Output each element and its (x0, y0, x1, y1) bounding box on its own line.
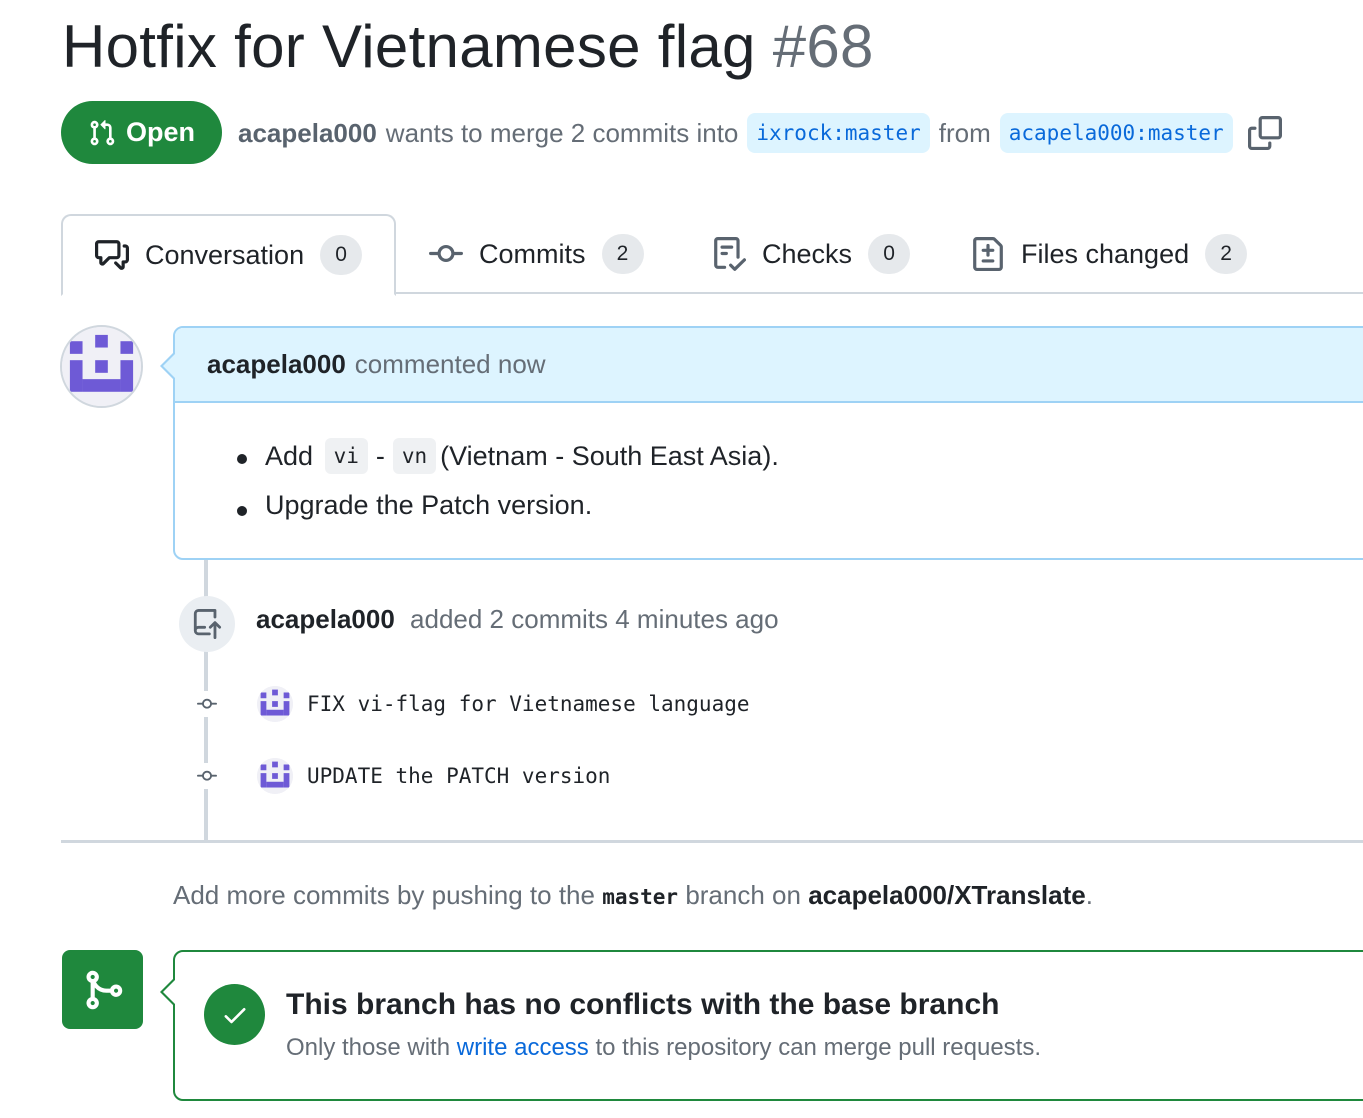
commit-row: UPDATE the PATCH version (190, 756, 610, 796)
tab-conversation[interactable]: Conversation 0 (61, 214, 396, 296)
git-merge-icon (86, 970, 122, 1009)
git-commit-icon (190, 691, 224, 717)
pr-merge-text: wants to merge 2 commits into (385, 117, 739, 148)
tab-count: 2 (601, 234, 644, 274)
comment-pointer-inner (163, 354, 175, 378)
pr-number: #68 (772, 13, 874, 80)
hint-text: Add more commits by pushing to the (173, 880, 595, 910)
timeline-divider (61, 840, 1363, 843)
tab-count: 0 (320, 235, 363, 275)
merge-status-icon-box (62, 950, 143, 1029)
hint-text: . (1085, 880, 1093, 910)
pr-title: Hotfix for Vietnamese flag #68 (62, 12, 874, 81)
avatar[interactable] (257, 758, 293, 794)
comment-list: Add vi - vn (Vietnam - South East Asia).… (235, 438, 1363, 521)
tab-label: Commits (479, 238, 586, 269)
push-event-text: acapela000 added 2 commits 4 minutes ago (256, 604, 779, 635)
merge-sub-text: to this repository can merge pull reques… (595, 1034, 1042, 1061)
tab-label: Files changed (1021, 238, 1190, 269)
copy-icon[interactable] (1247, 116, 1282, 150)
comment-box: acapela000 commented now Add vi - vn (Vi… (173, 326, 1363, 560)
avatar[interactable] (60, 325, 143, 408)
tab-checks[interactable]: Checks 0 (712, 214, 911, 294)
tab-count: 2 (1205, 234, 1248, 274)
push-hint: Add more commits by pushing to the maste… (173, 880, 1093, 911)
list-item: Upgrade the Patch version. (235, 490, 1363, 521)
comment-timestamp: commented now (354, 349, 546, 379)
pr-state-badge: Open (61, 101, 222, 164)
list-text: Add (265, 440, 314, 471)
inline-code: vi (324, 438, 368, 474)
push-author[interactable]: acapela000 (256, 604, 395, 634)
head-branch[interactable]: acapela000:master (999, 113, 1233, 153)
push-description: added 2 commits 4 minutes ago (410, 604, 779, 634)
git-commit-icon (190, 763, 224, 789)
tab-files-changed[interactable]: Files changed 2 (971, 214, 1248, 294)
write-access-link[interactable]: write access (457, 1034, 589, 1061)
checklist-icon (714, 237, 746, 271)
check-circle-icon (204, 984, 265, 1045)
comment-body: Add vi - vn (Vietnam - South East Asia).… (175, 403, 1363, 521)
pr-from-text: from (938, 117, 991, 148)
git-pull-request-icon (90, 119, 115, 145)
list-text: (Vietnam - South East Asia). (440, 440, 779, 471)
comment-discussion-icon (95, 240, 129, 270)
pr-meta: acapela000 wants to merge 2 commits into… (238, 110, 1282, 156)
tab-count: 0 (868, 234, 911, 274)
list-text: - (375, 440, 385, 471)
merge-pointer-inner (163, 980, 175, 1004)
tab-commits[interactable]: Commits 2 (429, 214, 644, 294)
pr-title-text: Hotfix for Vietnamese flag (62, 13, 756, 80)
pr-state-label: Open (125, 117, 195, 147)
commit-message-link[interactable]: UPDATE the PATCH version (307, 764, 610, 788)
merge-status-box (173, 950, 1363, 1101)
file-diff-icon (973, 237, 1003, 271)
merge-status-title: This branch has no conflicts with the ba… (286, 988, 1000, 1021)
commit-row: FIX vi-flag for Vietnamese language (190, 684, 750, 724)
inline-code: vn (392, 438, 437, 474)
hint-branch: master (602, 885, 679, 909)
repo-push-icon (193, 609, 222, 639)
git-commit-icon (429, 244, 463, 262)
base-branch[interactable]: ixrock:master (747, 113, 930, 153)
merge-status-subtitle: Only those with write access to this rep… (286, 1034, 1041, 1062)
push-event-badge (179, 596, 235, 652)
comment-author[interactable]: acapela000 (207, 349, 346, 380)
pr-author-link[interactable]: acapela000 (238, 118, 377, 149)
merge-sub-text: Only those with (286, 1034, 451, 1061)
pr-tabs: Conversation 0 Commits 2 Checks 0 Files … (61, 214, 1363, 296)
commit-message-link[interactable]: FIX vi-flag for Vietnamese language (307, 692, 750, 716)
identicon-image (62, 327, 141, 406)
comment-header: acapela000 commented now (175, 328, 1363, 403)
hint-text: branch on (685, 880, 801, 910)
tab-label: Conversation (145, 239, 305, 270)
hint-repo-link[interactable]: acapela000/XTranslate (808, 880, 1086, 910)
avatar[interactable] (257, 686, 293, 722)
list-item: Add vi - vn (Vietnam - South East Asia). (235, 438, 1363, 474)
tab-label: Checks (762, 238, 853, 269)
